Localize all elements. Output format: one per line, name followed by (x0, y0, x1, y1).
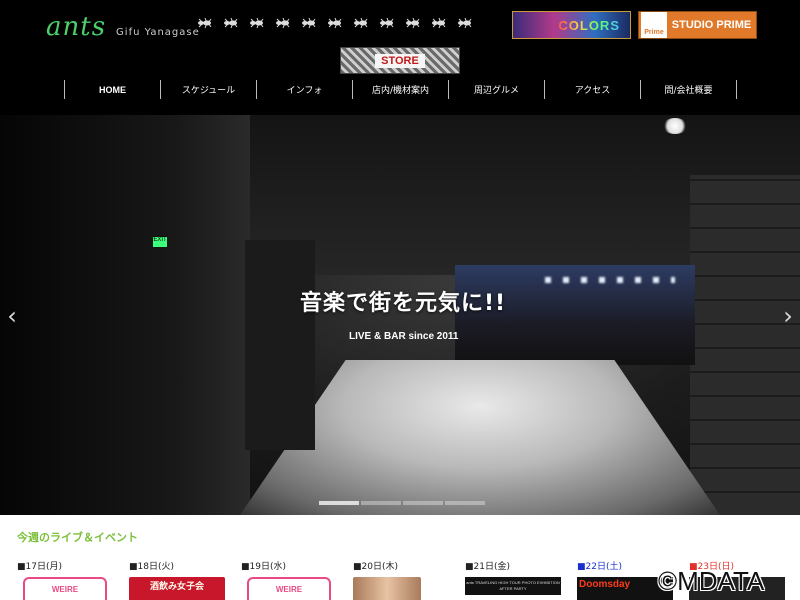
site-logo[interactable]: ants Gifu Yanagase (46, 12, 200, 42)
store-banner-label: STORE (375, 53, 425, 68)
slider-dot[interactable] (445, 501, 485, 505)
hero-title: 音楽で街を元気に!! (300, 291, 507, 316)
colors-banner-label: COLORS (558, 17, 620, 33)
copyright-watermark: ©MDATA (658, 566, 765, 596)
nav-item-venue-equipment[interactable]: 店内/機材案内 (352, 80, 448, 99)
event-flyer[interactable] (353, 577, 421, 600)
day-label: ■18日(火) (129, 562, 174, 572)
flyer-text: ants TRAVELING HIGH TOUR PHOTO EXHIBITIO… (466, 580, 560, 591)
logo-text: ants (46, 12, 107, 42)
nav-divider (736, 80, 737, 99)
colors-banner[interactable]: COLORS (512, 11, 631, 39)
event-flyer[interactable]: 酒飲み女子会 (129, 577, 225, 600)
store-banner[interactable]: STORE (340, 47, 460, 74)
nav-item-contact-company[interactable]: 問/会社概要 (640, 80, 736, 99)
event-flyer[interactable]: ants TRAVELING HIGH TOUR PHOTO EXHIBITIO… (465, 577, 561, 595)
slider-next-button[interactable]: › (780, 302, 796, 330)
ceiling-light (662, 118, 688, 134)
schedule-title: 今週のライブ＆イベント (17, 531, 138, 544)
slider-pagination (319, 501, 485, 505)
ant-icon (276, 17, 290, 29)
ant-icon (432, 17, 446, 29)
chevron-left-icon: ‹ (7, 302, 17, 330)
schedule-day: ■18日(火) 酒飲み女子会 (129, 559, 241, 600)
nav-item-schedule[interactable]: スケジュール (160, 80, 256, 99)
hero-right-wall (690, 175, 800, 515)
ant-icon (380, 17, 394, 29)
ant-icon (302, 17, 316, 29)
site-header: ants Gifu Yanagase COLORS Prime STUDIO P… (0, 0, 800, 115)
studio-prime-label: STUDIO PRIME (671, 19, 752, 31)
ants-decoration (195, 12, 500, 34)
ant-icon (458, 17, 472, 29)
hero-slider: EXIT 音楽で街を元気に!! LIVE & BAR since 2011 ‹ … (0, 115, 800, 515)
ant-icon (250, 17, 264, 29)
hero-pillar (245, 240, 315, 450)
slider-dot[interactable] (361, 501, 401, 505)
nav-item-home[interactable]: HOME (64, 80, 160, 99)
ant-icon (328, 17, 342, 29)
nav-item-info[interactable]: インフォ (256, 80, 352, 99)
day-label: ■20日(木) (353, 562, 398, 572)
event-flyer[interactable]: WEIRE (247, 577, 331, 600)
ant-icon (224, 17, 238, 29)
hero-subtitle: LIVE & BAR since 2011 (349, 331, 459, 342)
main-nav: HOME スケジュール インフォ 店内/機材案内 周辺グルメ アクセス 問/会社… (64, 80, 737, 99)
slider-prev-button[interactable]: ‹ (4, 302, 20, 330)
studio-prime-banner[interactable]: Prime STUDIO PRIME (638, 11, 757, 39)
ant-icon (198, 17, 212, 29)
ant-icon (406, 17, 420, 29)
stage-lights (545, 277, 675, 283)
day-label: ■19日(水) (241, 562, 286, 572)
slider-dot[interactable] (319, 501, 359, 505)
flyer-text: WEIRE (275, 585, 303, 594)
day-label: ■17日(月) (17, 562, 62, 572)
schedule-day: ■17日(月) WEIRE (17, 559, 129, 600)
schedule-day: ■21日(金) ants TRAVELING HIGH TOUR PHOTO E… (465, 559, 577, 600)
schedule-day: ■19日(水) WEIRE (241, 559, 353, 600)
flyer-text: 酒飲み女子会 (149, 582, 204, 592)
ant-icon (354, 17, 368, 29)
nav-item-access[interactable]: アクセス (544, 80, 640, 99)
nav-item-gourmet[interactable]: 周辺グルメ (448, 80, 544, 99)
chevron-right-icon: › (783, 302, 793, 330)
schedule-day: ■20日(木) (353, 559, 465, 600)
day-label: ■21日(金) (465, 562, 510, 572)
flyer-text: WEIRE (51, 585, 79, 594)
hero-left-wall (0, 115, 250, 515)
prime-logo-icon: Prime (641, 12, 667, 38)
logo-subtext: Gifu Yanagase (116, 27, 200, 38)
event-flyer[interactable]: WEIRE (23, 577, 107, 600)
slider-dot[interactable] (403, 501, 443, 505)
exit-sign: EXIT (153, 237, 167, 247)
